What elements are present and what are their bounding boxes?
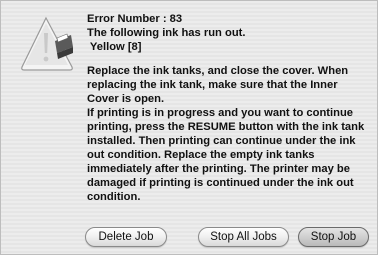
- instruction-line: damaged if printing is continued under t…: [87, 177, 354, 189]
- instruction-line: printing, press the RESUME button with t…: [87, 121, 365, 133]
- dialog-buttons: Delete Job Stop All Jobs Stop Job: [1, 227, 377, 247]
- stop-job-button[interactable]: Stop Job: [298, 227, 369, 247]
- instruction-line: immediately after the printing. The prin…: [87, 163, 350, 175]
- instruction-line: condition.: [87, 191, 141, 203]
- instruction-line: If printing is in progress and you want …: [87, 107, 354, 119]
- alert-message: Error Number : 83 The following ink has …: [87, 12, 371, 204]
- stop-all-jobs-button[interactable]: Stop All Jobs: [198, 227, 289, 247]
- ink-color-text: Yellow [8]: [87, 41, 142, 53]
- caution-triangle-icon: [19, 15, 75, 75]
- delete-job-button[interactable]: Delete Job: [85, 227, 167, 247]
- instruction-line: installed. Then printing can continue un…: [87, 135, 356, 147]
- instruction-line: Cover is open.: [87, 93, 165, 105]
- ink-alert-dialog: Error Number : 83 The following ink has …: [0, 0, 378, 255]
- instruction-line: replacing the ink tank, make sure that t…: [87, 79, 338, 91]
- instruction-line: out condition. Replace the empty ink tan…: [87, 149, 315, 161]
- ink-run-out-text: The following ink has run out.: [87, 27, 246, 39]
- instruction-line: Replace the ink tanks, and close the cov…: [87, 65, 349, 77]
- error-number-text: Error Number : 83: [87, 13, 183, 25]
- printer-icon: [55, 33, 73, 59]
